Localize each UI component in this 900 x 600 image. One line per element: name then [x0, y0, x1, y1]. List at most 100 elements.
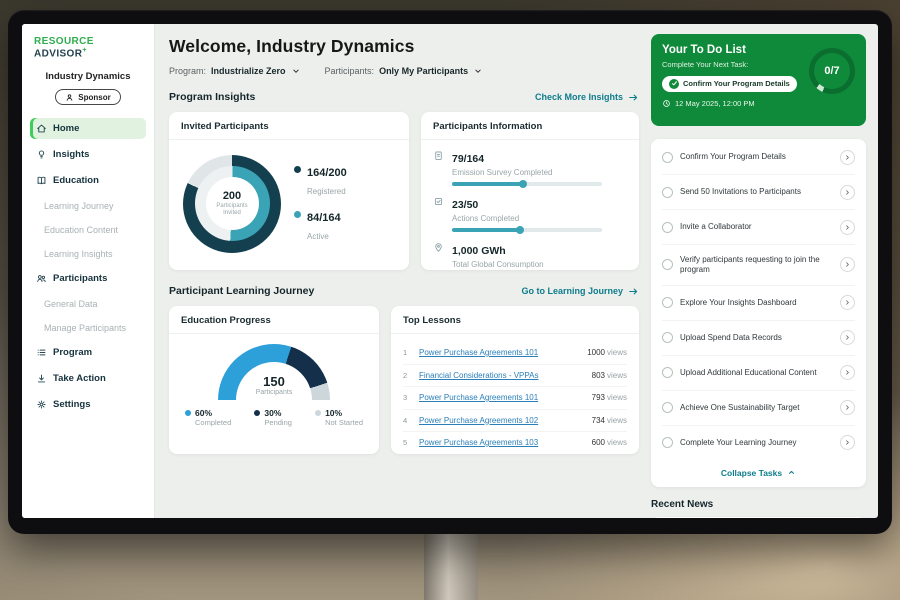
sidebar-item-label: Manage Participants [44, 323, 126, 333]
sidebar-item-learning-journey[interactable]: Learning Journey [30, 196, 146, 216]
program-filter-value: Industrialize Zero [211, 66, 286, 76]
task-checkbox[interactable] [662, 152, 673, 163]
logo-part-1: RESOURCE [34, 36, 94, 47]
app-logo: RESOURCE ADVISOR+ [30, 36, 146, 59]
check-more-insights-link[interactable]: Check More Insights [535, 92, 639, 103]
sidebar-item-program[interactable]: Program [30, 342, 146, 363]
chevron-right-icon[interactable] [840, 330, 855, 345]
donut-center-label: ParticipantsInvited [216, 203, 247, 217]
lesson-link[interactable]: Power Purchase Agreements 103 [419, 438, 584, 447]
participants-filter[interactable]: Participants: Only My Participants [325, 66, 484, 76]
participants-icon [36, 273, 47, 284]
lesson-link[interactable]: Power Purchase Agreements 102 [419, 416, 584, 425]
person-icon [65, 93, 74, 102]
sidebar-item-label: Program [53, 347, 92, 358]
sidebar-item-label: Learning Journey [44, 201, 114, 211]
check-icon [669, 79, 679, 89]
todo-summary-card: Your To Do List Complete Your Next Task:… [651, 34, 866, 126]
task-list-card: Confirm Your Program Details Send 50 Inv… [651, 139, 866, 487]
chevron-right-icon[interactable] [840, 150, 855, 165]
chevron-right-icon[interactable] [840, 365, 855, 380]
sidebar-item-education-content[interactable]: Education Content [30, 220, 146, 240]
task-label: Upload Spend Data Records [680, 333, 833, 343]
task-checkbox[interactable] [662, 402, 673, 413]
education-legend: 60% Completed 30% Pending 10% Not Starte… [181, 408, 367, 427]
next-task-pill[interactable]: Confirm Your Program Details [662, 76, 797, 92]
home-icon [36, 123, 47, 134]
legend-dot [254, 410, 260, 416]
next-task-label: Confirm Your Program Details [683, 79, 790, 88]
chevron-right-icon[interactable] [840, 295, 855, 310]
page-title: Welcome, Industry Dynamics [169, 36, 639, 57]
org-name: Industry Dynamics [30, 71, 146, 82]
sponsor-badge[interactable]: Sponsor [55, 89, 120, 105]
task-checkbox[interactable] [662, 367, 673, 378]
lesson-rank: 4 [403, 416, 411, 425]
lesson-link[interactable]: Power Purchase Agreements 101 [419, 393, 584, 402]
chevron-right-icon[interactable] [840, 220, 855, 235]
pin-icon [433, 242, 444, 269]
collapse-label: Collapse Tasks [721, 468, 782, 478]
sidebar-item-label: Insights [53, 149, 89, 160]
task-checkbox[interactable] [662, 297, 673, 308]
sidebar-item-learning-insights[interactable]: Learning Insights [30, 244, 146, 264]
task-row[interactable]: Confirm Your Program Details [662, 140, 855, 175]
lesson-link[interactable]: Power Purchase Agreements 101 [419, 348, 579, 357]
program-filter[interactable]: Program: Industrialize Zero [169, 66, 301, 76]
task-checkbox[interactable] [662, 437, 673, 448]
chevron-right-icon[interactable] [840, 400, 855, 415]
gauge-center: 150 Participants [181, 374, 367, 396]
task-row[interactable]: Send 50 Invitations to Participants [662, 175, 855, 210]
task-label: Explore Your Insights Dashboard [680, 298, 833, 308]
task-checkbox[interactable] [662, 187, 673, 198]
collapse-tasks-link[interactable]: Collapse Tasks [662, 460, 855, 482]
sidebar-item-general-data[interactable]: General Data [30, 294, 146, 314]
sidebar-item-manage-participants[interactable]: Manage Participants [30, 318, 146, 338]
legend-dot [294, 211, 301, 218]
task-row[interactable]: Invite a Collaborator [662, 210, 855, 245]
chevron-down-icon [291, 66, 301, 76]
card-title: Invited Participants [169, 121, 409, 140]
sidebar-item-participants[interactable]: Participants [30, 268, 146, 289]
chevron-right-icon[interactable] [840, 435, 855, 450]
sidebar-item-take-action[interactable]: Take Action [30, 368, 146, 389]
lesson-rank: 1 [403, 348, 411, 357]
lesson-views: 1000views [587, 348, 627, 357]
todo-progress-value: 0/7 [814, 53, 850, 89]
sidebar-item-home[interactable]: Home [30, 118, 146, 139]
program-insights-heading: Program Insights [169, 91, 255, 103]
chevron-right-icon[interactable] [840, 257, 855, 272]
lesson-rank: 3 [403, 393, 411, 402]
task-row[interactable]: Explore Your Insights Dashboard [662, 286, 855, 321]
sponsor-badge-label: Sponsor [78, 93, 110, 102]
sidebar-item-insights[interactable]: Insights [30, 144, 146, 165]
lesson-row: 3 Power Purchase Agreements 101 793views [403, 387, 627, 410]
monitor-stand [424, 530, 478, 600]
info-row-survey: 79/164 Emission Survey Completed [433, 149, 627, 186]
sidebar: RESOURCE ADVISOR+ Industry Dynamics Spon… [22, 24, 155, 518]
sidebar-item-settings[interactable]: Settings [30, 394, 146, 415]
task-row[interactable]: Achieve One Sustainability Target [662, 391, 855, 426]
lesson-views: 793views [592, 393, 627, 402]
card-title: Participants Information [421, 121, 639, 140]
task-row[interactable]: Verify participants requesting to join t… [662, 245, 855, 286]
task-checkbox[interactable] [662, 259, 673, 270]
todo-column: Your To Do List Complete Your Next Task:… [651, 24, 866, 518]
lesson-views: 803views [592, 371, 627, 380]
lesson-link[interactable]: Financial Considerations - VPPAs [419, 371, 584, 380]
education-progress-card: Education Progress 150 Participants 60% … [169, 306, 379, 454]
dashboard-screen: RESOURCE ADVISOR+ Industry Dynamics Spon… [22, 24, 878, 518]
legend-item-registered: 164/200Registered [294, 163, 347, 199]
go-to-learning-journey-link[interactable]: Go to Learning Journey [521, 286, 639, 297]
task-checkbox[interactable] [662, 332, 673, 343]
task-row[interactable]: Upload Spend Data Records [662, 321, 855, 356]
lesson-views: 600views [592, 438, 627, 447]
invited-legend: 164/200Registered 84/164Active [294, 154, 347, 253]
sidebar-item-education[interactable]: Education [30, 170, 146, 191]
learning-journey-header: Participant Learning Journey Go to Learn… [169, 285, 639, 297]
task-checkbox[interactable] [662, 222, 673, 233]
task-row[interactable]: Upload Additional Educational Content [662, 356, 855, 391]
task-row[interactable]: Complete Your Learning Journey [662, 426, 855, 460]
recent-news-card [651, 517, 866, 518]
chevron-right-icon[interactable] [840, 185, 855, 200]
